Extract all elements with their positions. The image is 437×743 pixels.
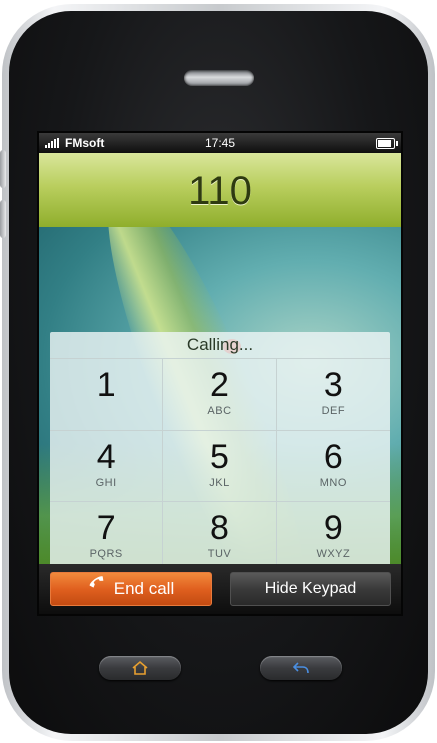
phone-device: FMsoft 17:45 110 Calling... 1 2 ABC 3 DEF …	[0, 0, 437, 743]
back-button[interactable]	[260, 656, 342, 680]
keypad: Calling... 1 2 ABC 3 DEF 4 GHI 5 JKL 6 MNO 7P…	[50, 332, 390, 564]
home-icon	[132, 660, 148, 675]
end-call-label: End call	[113, 579, 175, 598]
call-action-bar: End call Hide Keypad	[39, 564, 401, 614]
key-digit: 9	[323, 509, 343, 547]
home-button[interactable]	[99, 656, 181, 680]
key-letters: JKL	[209, 476, 230, 489]
key-digit: 3	[323, 366, 343, 404]
volume-up-button[interactable]	[0, 150, 6, 188]
earpiece-speaker	[184, 70, 254, 86]
key-letters: GHI	[95, 476, 117, 489]
key-letters: WXYZ	[316, 548, 351, 560]
hide-keypad-button[interactable]: Hide Keypad	[230, 572, 391, 606]
keypad-grid: 1 2 ABC 3 DEF 4 GHI 5 JKL 6 MNO 7 PQRS 8 TUV 9W…	[50, 359, 390, 564]
key-letters: PQRS	[89, 548, 123, 560]
key-2[interactable]: 2 ABC	[163, 359, 277, 431]
key-digit: 6	[323, 437, 343, 476]
key-digit: 7	[96, 509, 116, 547]
key-digit: 8	[210, 509, 229, 547]
status-bar: FMsoft 17:45	[39, 133, 401, 153]
volume-down-button[interactable]	[0, 200, 6, 238]
key-8[interactable]: 8 TUV	[163, 502, 277, 564]
status-time: 17:45	[204, 136, 236, 150]
key-5[interactable]: 5 JKL	[163, 430, 277, 502]
dialed-number-bar: 110	[39, 153, 401, 227]
key-4[interactable]: 4 GHI	[50, 430, 164, 502]
hide-keypad-label: Hide Keypad	[264, 580, 357, 597]
key-6[interactable]: 6 MNO	[276, 431, 390, 502]
key-1[interactable]: 1	[50, 359, 164, 431]
key-3[interactable]: 3 DEF	[276, 359, 390, 431]
key-digit: 5	[210, 437, 229, 476]
key-letters: MNO	[319, 476, 347, 489]
key-letters: TUV	[207, 548, 232, 560]
call-status: Calling...	[50, 332, 390, 359]
key-9[interactable]: 9 WXYZ	[277, 502, 390, 564]
battery-icon	[376, 138, 398, 149]
key-letters: DEF	[321, 405, 346, 417]
key-letters: ABC	[207, 405, 232, 417]
key-7[interactable]: 7 PQRS	[50, 502, 164, 564]
dialed-number: 110	[188, 169, 252, 213]
back-arrow-icon	[292, 662, 309, 674]
key-digit: 4	[96, 437, 116, 476]
key-digit: 2	[210, 366, 229, 404]
end-call-button[interactable]: End call	[50, 572, 212, 606]
screen: FMsoft 17:45 110 Calling... 1 2 ABC 3 DEF …	[39, 133, 401, 614]
wallpaper: Calling... 1 2 ABC 3 DEF 4 GHI 5 JKL 6 MNO 7P…	[39, 227, 401, 564]
phone-handset-icon	[88, 573, 110, 605]
key-digit: 1	[96, 366, 116, 404]
